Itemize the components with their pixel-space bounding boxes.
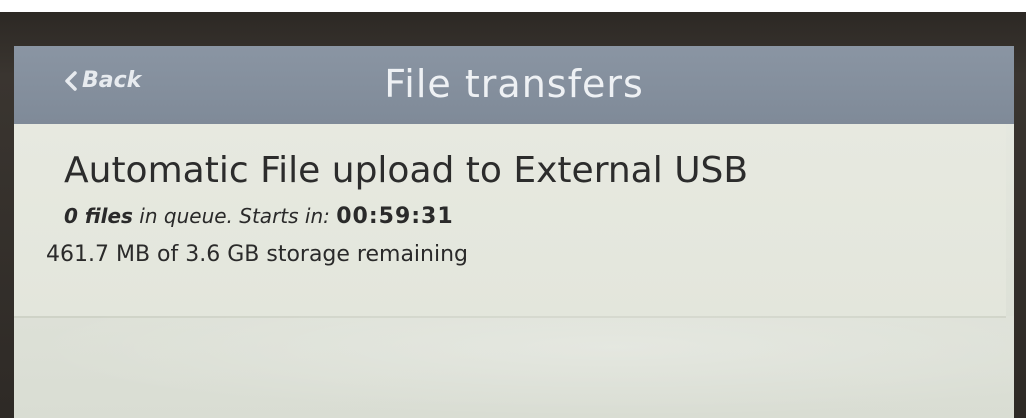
screen-glare [14,316,1014,418]
page-title: File transfers [384,62,644,106]
queue-status: 0 files in queue. Starts in: 00:59:31 [64,204,454,229]
header-bar: Back File transfers [14,46,1014,124]
upload-title: Automatic File upload to External USB [64,150,749,191]
device-frame: Back File transfers Automatic File uploa… [0,0,1026,418]
screen: Back File transfers Automatic File uploa… [14,46,1014,418]
countdown-timer: 00:59:31 [336,204,454,229]
device-top-edge [0,0,1026,12]
storage-remaining: 461.7 MB of 3.6 GB storage remaining [46,242,469,267]
files-count: 0 files [64,204,133,228]
queue-text: in queue. Starts in: [132,204,337,228]
upload-panel[interactable]: Automatic File upload to External USB 0 … [14,124,1006,318]
